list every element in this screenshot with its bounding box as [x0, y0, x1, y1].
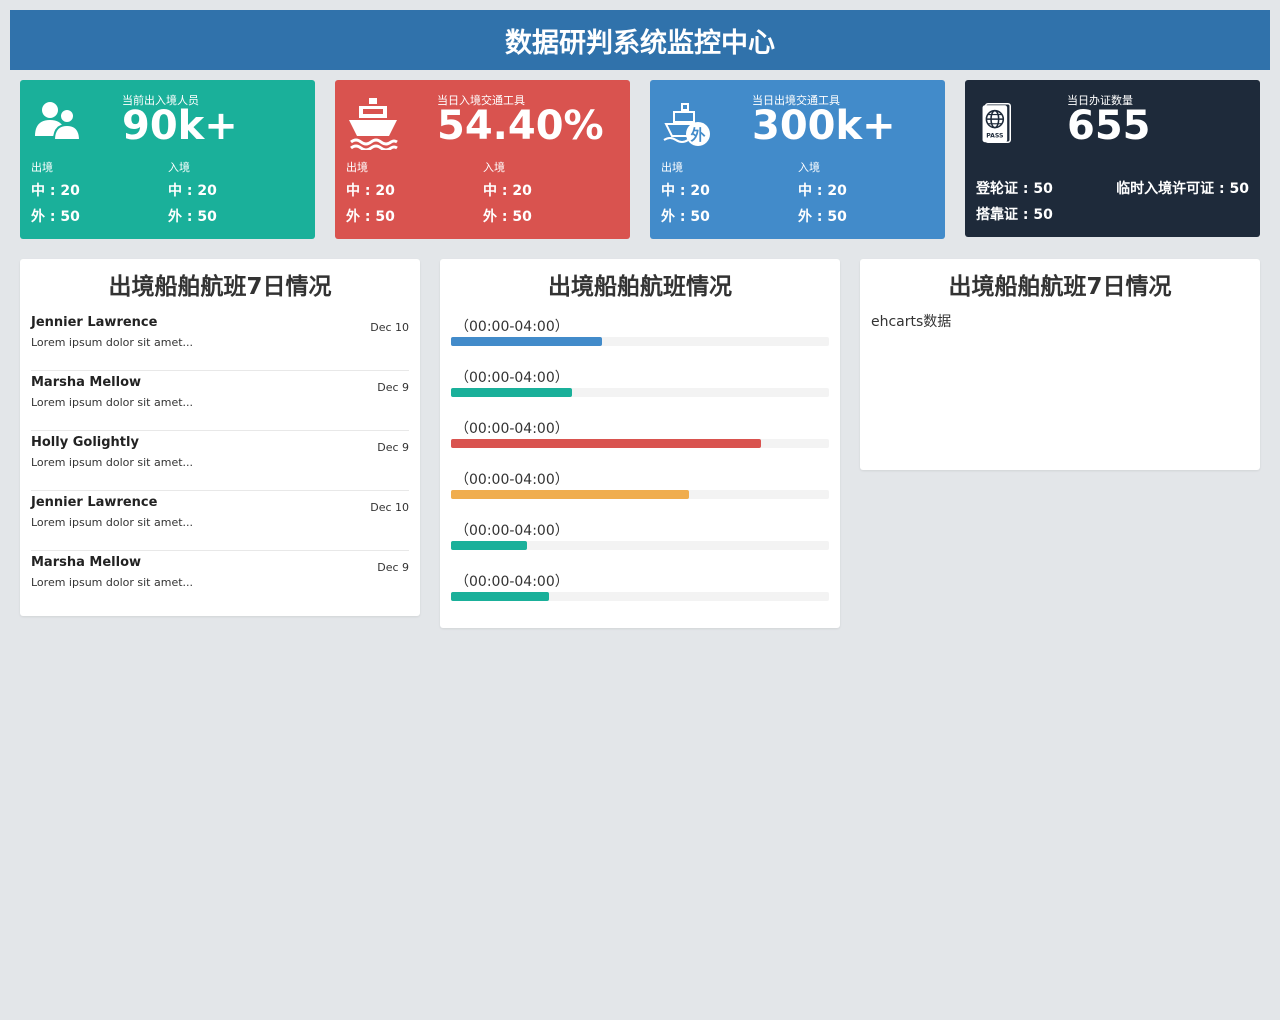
progress-track	[451, 337, 829, 346]
progress-fill	[451, 592, 550, 601]
entry-foreign: 外 : 50	[798, 209, 847, 225]
chart-placeholder-text: ehcarts数据	[871, 314, 952, 330]
exit-foreign: 外 : 50	[661, 209, 710, 225]
stat-card-outbound-vehicles: 外 当日出境交通工具 300k+ 出境 入境 中 : 20 外 : 50 中 :…	[650, 80, 945, 239]
list-item[interactable]: Marsha Mellow Lorem ipsum dolor sit amet…	[31, 371, 409, 431]
temporary-entry-permit: 临时入境许可证 : 50	[1116, 181, 1249, 197]
item-name: Marsha Mellow	[31, 555, 142, 570]
progress-label: （00:00-04:00）	[455, 523, 569, 539]
item-date: Dec 9	[377, 441, 409, 454]
progress-label: （00:00-04:00）	[455, 472, 569, 488]
progress-track	[451, 490, 829, 499]
page-title: 数据研判系统监控中心	[505, 27, 775, 59]
entry-domestic: 中 : 20	[798, 183, 847, 199]
ship-list: Jennier Lawrence Lorem ipsum dolor sit a…	[31, 311, 409, 611]
progress-label: （00:00-04:00）	[455, 319, 569, 335]
progress-label: （00:00-04:00）	[455, 421, 569, 437]
exit-label: 出境	[31, 161, 53, 174]
entry-foreign: 外 : 50	[168, 209, 217, 225]
exit-label: 出境	[346, 161, 368, 174]
stat-card-inbound-vehicles: 当日入境交通工具 54.40% 出境 入境 中 : 20 外 : 50 中 : …	[335, 80, 630, 239]
item-date: Dec 9	[377, 561, 409, 574]
progress-row: （00:00-04:00）	[451, 313, 829, 364]
progress-track	[451, 592, 829, 601]
ship-icon	[349, 98, 398, 150]
progress-fill	[451, 388, 572, 397]
berthing-permit: 搭靠证 : 50	[976, 207, 1053, 223]
exit-domestic: 中 : 20	[31, 183, 80, 199]
chart-panel: 出境船舶航班7日情况 ehcarts数据	[860, 259, 1260, 470]
progress-row: （00:00-04:00）	[451, 415, 829, 466]
item-desc: Lorem ipsum dolor sit amet...	[31, 576, 194, 589]
item-date: Dec 10	[370, 501, 409, 514]
item-date: Dec 10	[370, 321, 409, 334]
boarding-permit: 登轮证 : 50	[976, 181, 1053, 197]
svg-text:PASS: PASS	[986, 133, 1003, 140]
progress-row: （00:00-04:00）	[451, 364, 829, 415]
stat-value: 655	[1067, 103, 1151, 149]
progress-track	[451, 541, 829, 550]
exit-label: 出境	[661, 161, 683, 174]
progress-fill	[451, 337, 603, 346]
progress-track	[451, 439, 829, 448]
list-item[interactable]: Jennier Lawrence Lorem ipsum dolor sit a…	[31, 311, 409, 371]
stat-card-people: 当前出入境人员 90k+ 出境 入境 中 : 20 外 : 50 中 : 20 …	[20, 80, 315, 239]
progress-fill	[451, 541, 527, 550]
ship-schedule-panel: 出境船舶航班情况 （00:00-04:00） （00:00-04:00） （00…	[440, 259, 840, 628]
entry-label: 入境	[798, 161, 820, 174]
progress-label: （00:00-04:00）	[455, 574, 569, 590]
entry-label: 入境	[168, 161, 190, 174]
people-icon	[35, 102, 82, 141]
progress-row: （00:00-04:00）	[451, 466, 829, 517]
list-item[interactable]: Marsha Mellow Lorem ipsum dolor sit amet…	[31, 551, 409, 611]
progress-label: （00:00-04:00）	[455, 370, 569, 386]
stat-card-permits: PASS 当日办证数量 655 登轮证 : 50 临时入境许可证 : 50 搭靠…	[965, 80, 1260, 237]
item-desc: Lorem ipsum dolor sit amet...	[31, 456, 194, 469]
ship-list-panel: 出境船舶航班7日情况 Jennier Lawrence Lorem ipsum …	[20, 259, 420, 616]
item-name: Jennier Lawrence	[31, 315, 158, 330]
item-name: Jennier Lawrence	[31, 495, 158, 510]
list-item[interactable]: Jennier Lawrence Lorem ipsum dolor sit a…	[31, 491, 409, 551]
panel-title: 出境船舶航班7日情况	[108, 274, 332, 300]
svg-text:外: 外	[689, 126, 705, 144]
progress-bars: （00:00-04:00） （00:00-04:00） （00:00-04:00…	[451, 313, 829, 619]
panel-title: 出境船舶航班7日情况	[948, 274, 1172, 300]
passport-icon: PASS	[982, 103, 1011, 143]
item-date: Dec 9	[377, 381, 409, 394]
list-item[interactable]: Holly Golightly Lorem ipsum dolor sit am…	[31, 431, 409, 491]
progress-row: （00:00-04:00）	[451, 517, 829, 568]
item-desc: Lorem ipsum dolor sit amet...	[31, 396, 194, 409]
page-header: 数据研判系统监控中心	[10, 10, 1270, 70]
exit-domestic: 中 : 20	[661, 183, 710, 199]
entry-label: 入境	[483, 161, 505, 174]
entry-foreign: 外 : 50	[483, 209, 532, 225]
progress-fill	[451, 439, 761, 448]
exit-foreign: 外 : 50	[346, 209, 395, 225]
entry-domestic: 中 : 20	[483, 183, 532, 199]
foreign-ship-icon: 外	[663, 103, 710, 146]
progress-fill	[451, 490, 690, 499]
item-desc: Lorem ipsum dolor sit amet...	[31, 336, 194, 349]
item-desc: Lorem ipsum dolor sit amet...	[31, 516, 194, 529]
exit-foreign: 外 : 50	[31, 209, 80, 225]
exit-domestic: 中 : 20	[346, 183, 395, 199]
panel-title: 出境船舶航班情况	[548, 274, 732, 300]
item-name: Holly Golightly	[31, 435, 139, 450]
entry-domestic: 中 : 20	[168, 183, 217, 199]
item-name: Marsha Mellow	[31, 375, 142, 390]
progress-track	[451, 388, 829, 397]
stat-value: 300k+	[752, 103, 896, 149]
progress-row: （00:00-04:00）	[451, 568, 829, 619]
stat-value: 54.40%	[437, 103, 604, 149]
stat-value: 90k+	[122, 103, 238, 149]
